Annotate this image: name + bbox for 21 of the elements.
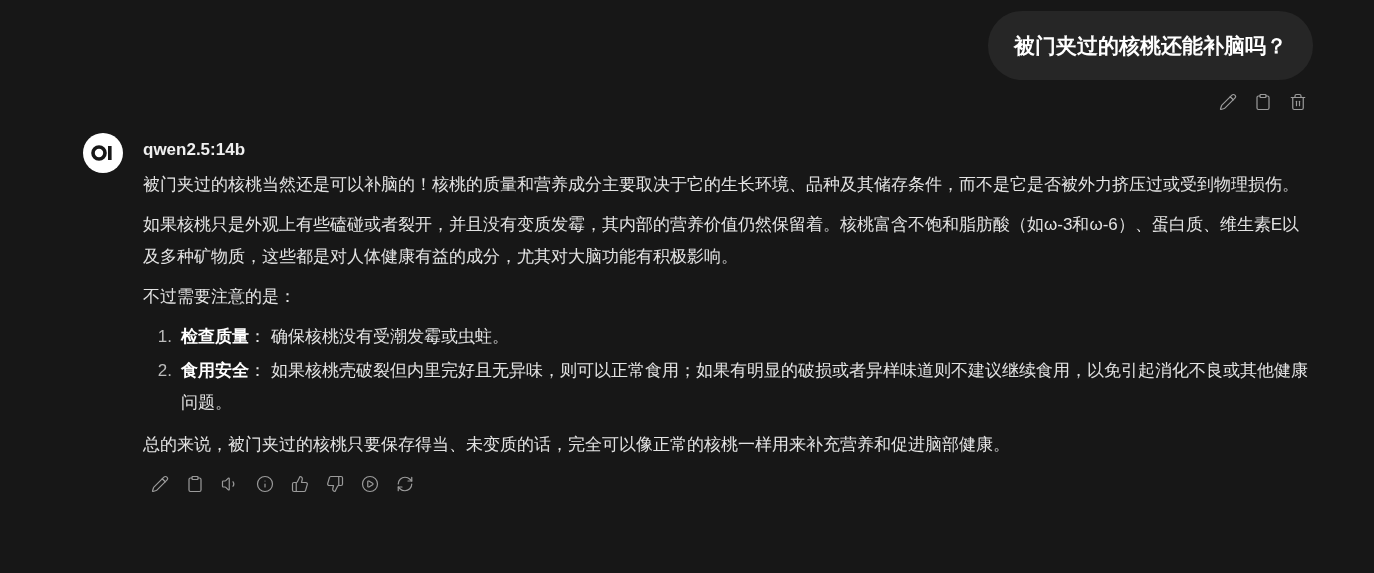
list-number: 1. xyxy=(156,326,173,348)
list-number: 2. xyxy=(156,360,173,382)
paragraph: 不过需要注意的是： xyxy=(143,286,297,308)
refresh-icon[interactable] xyxy=(396,475,414,493)
list-item-text: 检查质量： 确保核桃没有受潮发霉或虫蛀。 xyxy=(181,326,510,348)
copy-icon[interactable] xyxy=(186,475,204,493)
thumbs-up-icon[interactable] xyxy=(291,475,309,493)
copy-icon[interactable] xyxy=(1254,93,1272,111)
delete-icon[interactable] xyxy=(1289,93,1307,111)
edit-icon[interactable] xyxy=(1219,93,1237,111)
paragraph: 被门夹过的核桃当然还是可以补脑的！核桃的质量和营养成分主要取决于它的生长环境、品种及其储存条件，而不是它是否被外力挤压过或受到物理损伤。 xyxy=(143,174,1300,196)
paragraph: 如果核桃只是外观上有些磕碰或者裂开，并且没有变质发霉，其内部的营养价值仍然保留着。核桃富含不饱和脂肪酸（如ω-3和ω-6）、蛋白质、维生素E以及多种矿物质，这些都是对人体健康有益的成分，尤其对大脑功能有积极影响。 xyxy=(143,214,1301,268)
model-name: qwen2.5:14b xyxy=(143,140,247,160)
play-icon[interactable] xyxy=(361,475,379,493)
info-icon[interactable] xyxy=(256,475,274,493)
edit-icon[interactable] xyxy=(151,475,169,493)
thumbs-down-icon[interactable] xyxy=(326,475,344,493)
avatar-icon xyxy=(83,133,123,173)
list-item-text: 食用安全： 如果核桃壳破裂但内里完好且无异味，则可以正常食用；如果有明显的破损或者异样味道则不建议继续食用，以免引起消化不良或其他健康问题。 xyxy=(181,360,1309,414)
paragraph: 总的来说，被门夹过的核桃只要保存得当、未变质的话，完全可以像正常的核桃一样用来补充营养和促进脑部健康。 xyxy=(143,434,1011,456)
user-message: 被门夹过的核桃还能补脑吗？ xyxy=(988,11,1313,80)
